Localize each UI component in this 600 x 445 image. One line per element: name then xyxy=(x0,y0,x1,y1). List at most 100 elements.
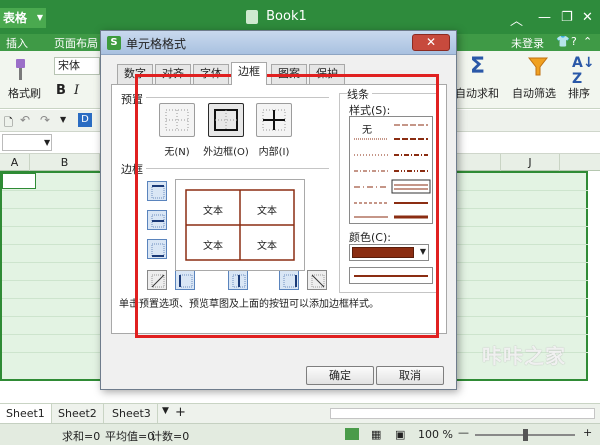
preset-outline-button[interactable] xyxy=(208,103,244,137)
border-bottom-button[interactable] xyxy=(147,239,167,259)
border-top-icon xyxy=(151,185,165,199)
preview-grid xyxy=(185,189,295,261)
zoom-in-icon[interactable]: + xyxy=(583,426,592,439)
preset-inside-label: 内部(I) xyxy=(258,147,290,158)
app-logo-icon: S xyxy=(107,36,121,50)
preset-section-label: 预置 xyxy=(121,91,146,107)
border-left-button[interactable] xyxy=(175,270,195,290)
border-horizontal-icon xyxy=(151,214,165,228)
document-tab-label: Book1 xyxy=(266,9,307,24)
line-preview xyxy=(349,267,433,284)
status-count: 计数=0 xyxy=(151,430,190,443)
ribbon-mode-icon[interactable]: D xyxy=(78,113,92,127)
horizontal-scrollbar[interactable] xyxy=(330,408,595,419)
tab-pattern[interactable]: 图案 xyxy=(271,64,307,84)
app-menu-button[interactable]: 表格 ▼ xyxy=(0,8,46,28)
menu-insert[interactable]: 插入 xyxy=(6,35,28,51)
preset-inside-button[interactable] xyxy=(256,103,292,137)
format-painter-icon[interactable] xyxy=(12,59,28,81)
line-style-list[interactable]: 无 xyxy=(349,116,433,224)
line-color-select[interactable]: ▼ xyxy=(349,244,429,261)
sheet-tab-bar: Sheet1 Sheet2 Sheet3 ▼ + xyxy=(0,403,600,423)
page-layout-view-icon[interactable]: ▦ xyxy=(371,428,381,441)
tab-alignment[interactable]: 对齐 xyxy=(155,64,191,84)
border-preview[interactable]: 文本 文本 文本 文本 xyxy=(175,179,305,271)
format-painter-label[interactable]: 格式刷 xyxy=(8,85,41,101)
preview-cell-text: 文本 xyxy=(257,241,277,252)
border-bottom-icon xyxy=(151,243,165,257)
dialog-title-bar[interactable]: S 单元格格式 ✕ xyxy=(101,31,456,55)
sheet-tab-2[interactable]: Sheet2 xyxy=(52,404,104,423)
autofilter-label[interactable]: 自动筛选 xyxy=(512,85,556,101)
tab-protection[interactable]: 保护 xyxy=(309,64,345,84)
border-diagonal-down-button[interactable] xyxy=(307,270,327,290)
sheet-tab-3[interactable]: Sheet3 xyxy=(106,404,158,423)
status-bar: 求和=0 平均值=0 计数=0 ▦ ▣ 100 % — + xyxy=(0,423,600,445)
tab-border[interactable]: 边框 xyxy=(231,62,267,85)
autosum-label[interactable]: 自动求和 xyxy=(455,85,499,101)
border-section-label: 边框 xyxy=(121,161,146,177)
border-middle-vertical-button[interactable] xyxy=(228,270,248,290)
collapse-icon[interactable]: ︿ xyxy=(510,10,523,29)
column-header-j[interactable]: J xyxy=(500,154,560,171)
preset-none-button[interactable] xyxy=(159,103,195,137)
minimize-icon[interactable]: — xyxy=(538,10,551,25)
diagonal-down-icon xyxy=(311,274,325,288)
preview-cell-text: 文本 xyxy=(257,206,277,217)
redo-icon[interactable]: ↷ xyxy=(40,113,50,127)
border-vertical-icon xyxy=(232,274,246,288)
format-cells-dialog: S 单元格格式 ✕ 数字 对齐 字体 边框 图案 保护 预置 无(N) 外边框(… xyxy=(100,30,457,390)
skin-icon[interactable]: 👕 xyxy=(556,35,570,48)
new-doc-icon[interactable]: 🗋 xyxy=(4,114,13,133)
border-inside-icon xyxy=(262,109,286,131)
filter-icon[interactable] xyxy=(528,57,548,77)
zoom-slider[interactable] xyxy=(475,429,575,441)
border-right-button[interactable] xyxy=(279,270,299,290)
zoom-level[interactable]: 100 % xyxy=(418,428,453,441)
bold-button[interactable]: B xyxy=(56,83,66,98)
sheet-list-icon[interactable]: ▼ xyxy=(162,406,169,416)
zoom-out-icon[interactable]: — xyxy=(458,426,469,439)
column-header-a[interactable]: A xyxy=(0,154,30,171)
undo-icon[interactable]: ↶ xyxy=(20,113,30,127)
maximize-icon[interactable]: ❐ xyxy=(561,10,573,25)
close-icon[interactable]: ✕ xyxy=(582,10,593,25)
border-middle-horizontal-button[interactable] xyxy=(147,210,167,230)
border-diagonal-up-button[interactable] xyxy=(147,270,167,290)
ok-button[interactable]: 确定 xyxy=(306,366,374,385)
sort-label[interactable]: 排序 xyxy=(568,85,590,101)
normal-view-icon[interactable] xyxy=(345,428,359,440)
page-break-view-icon[interactable]: ▣ xyxy=(395,428,405,441)
zoom-slider-thumb[interactable] xyxy=(523,429,528,441)
ribbon-collapse-icon[interactable]: ⌃ xyxy=(583,35,592,48)
preview-cell-text: 文本 xyxy=(203,241,223,252)
dialog-close-button[interactable]: ✕ xyxy=(412,34,450,51)
border-left-icon xyxy=(179,274,193,288)
font-name-box[interactable]: 宋体 xyxy=(54,57,100,75)
menu-page-layout[interactable]: 页面布局 xyxy=(54,35,98,51)
title-bar: 表格 ▼ Book1 ︿ — ❐ ✕ xyxy=(0,0,600,34)
login-status[interactable]: 未登录 xyxy=(511,35,544,51)
cancel-button[interactable]: 取消 xyxy=(376,366,444,385)
color-label: 颜色(C): xyxy=(349,229,394,245)
border-top-button[interactable] xyxy=(147,181,167,201)
sheet-tab-1[interactable]: Sheet1 xyxy=(0,404,52,423)
document-icon xyxy=(246,9,258,24)
tab-number[interactable]: 数字 xyxy=(117,64,153,84)
help-icon[interactable]: ? xyxy=(571,35,577,48)
italic-button[interactable]: I xyxy=(74,83,79,98)
active-cell[interactable] xyxy=(2,173,36,189)
add-sheet-icon[interactable]: + xyxy=(175,405,186,420)
tab-font[interactable]: 字体 xyxy=(193,64,229,84)
diagonal-up-icon xyxy=(151,274,165,288)
chevron-down-icon[interactable]: ▼ xyxy=(44,138,50,147)
sort-icon[interactable]: A↓ Z xyxy=(572,55,595,87)
border-outline-icon xyxy=(214,109,238,131)
line-section-label: 线条 xyxy=(347,86,372,102)
chevron-down-icon[interactable]: ▼ xyxy=(60,115,66,124)
border-right-icon xyxy=(283,274,297,288)
document-tab[interactable]: Book1 xyxy=(246,8,307,26)
sum-icon[interactable]: Σ xyxy=(470,54,485,79)
column-header-b[interactable]: B xyxy=(30,154,100,171)
hint-text: 单击预置选项、预览草图及上面的按钮可以添加边框样式。 xyxy=(119,299,379,310)
